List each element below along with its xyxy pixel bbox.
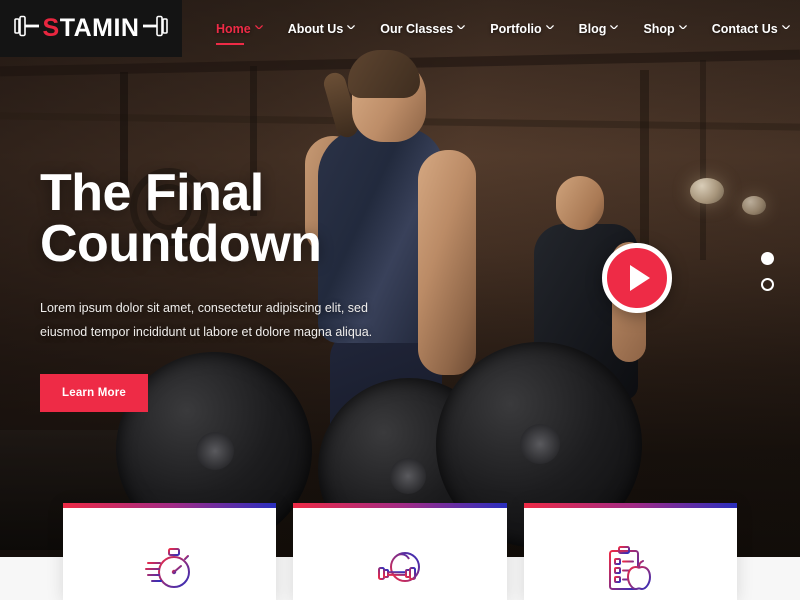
nav-item-blog[interactable]: Blog (579, 22, 619, 36)
nav-item-contact-us[interactable]: Contact Us (712, 22, 790, 36)
logo-text: STAMIN (43, 16, 140, 41)
background-athlete-head (556, 176, 604, 230)
slider-pagination (761, 252, 774, 291)
chevron-down-icon (347, 24, 356, 33)
stopwatch-icon (144, 543, 196, 595)
main-navigation: Home About Us Our Classes Portfolio Blog… (182, 0, 800, 57)
nav-label: Contact Us (711, 21, 778, 36)
chevron-down-icon (545, 24, 554, 33)
nav-item-home[interactable]: Home (216, 21, 263, 45)
card-accent-bar (63, 503, 277, 508)
barbell-plate-hub (390, 458, 426, 494)
hero-description: Lorem ipsum dolor sit amet, consectetur … (40, 300, 373, 340)
logo-text-initial: S (42, 14, 60, 42)
nav-label: Blog (578, 21, 607, 36)
ceiling-lamp (690, 178, 724, 204)
barbell-plate-hub (196, 432, 234, 470)
barbell-plate-hub (520, 424, 560, 464)
athlete-hair (348, 50, 420, 98)
logo-text-rest: TAMIN (59, 14, 140, 42)
feature-card-stopwatch[interactable] (63, 503, 277, 600)
ceiling-lamp (742, 196, 766, 215)
site-logo[interactable]: STAMIN (0, 0, 182, 57)
nav-item-about-us[interactable]: About Us (288, 22, 356, 36)
card-accent-bar (293, 503, 507, 508)
chevron-down-icon (610, 24, 619, 33)
nav-label: Our Classes (380, 21, 454, 36)
nav-item-shop[interactable]: Shop (643, 21, 687, 36)
nav-active-underline (216, 42, 244, 45)
card-accent-bar (523, 503, 737, 508)
chevron-down-icon (254, 24, 263, 33)
feature-card-dumbbell[interactable] (293, 503, 507, 600)
slider-dot-1[interactable] (761, 252, 774, 265)
feature-card-nutrition[interactable] (523, 503, 737, 600)
clipboard-apple-icon (604, 543, 656, 595)
chevron-down-icon (678, 24, 687, 33)
feature-cards (0, 503, 800, 600)
slider-dot-2[interactable] (761, 278, 774, 291)
hero-content: The Final Countdown Lorem ipsum dolor si… (40, 164, 440, 412)
nav-label: Home (216, 21, 251, 36)
dumbbell-icon (13, 15, 40, 42)
play-icon (629, 265, 650, 291)
chevron-down-icon (457, 24, 466, 33)
hero-title: The Final Countdown (40, 164, 322, 273)
nav-item-our-classes[interactable]: Our Classes (380, 21, 466, 36)
learn-more-button[interactable]: Learn More (40, 373, 148, 412)
nav-item-portfolio[interactable]: Portfolio (490, 21, 554, 36)
chevron-down-icon (781, 24, 790, 33)
play-video-button[interactable] (602, 243, 672, 313)
dumbbell-ball-icon (374, 543, 426, 595)
gym-beam (700, 60, 706, 260)
nav-label: About Us (287, 21, 344, 36)
nav-label: Portfolio (490, 21, 542, 36)
nav-label: Shop (643, 21, 675, 36)
dumbbell-icon (142, 15, 169, 42)
gym-beam (640, 70, 649, 250)
